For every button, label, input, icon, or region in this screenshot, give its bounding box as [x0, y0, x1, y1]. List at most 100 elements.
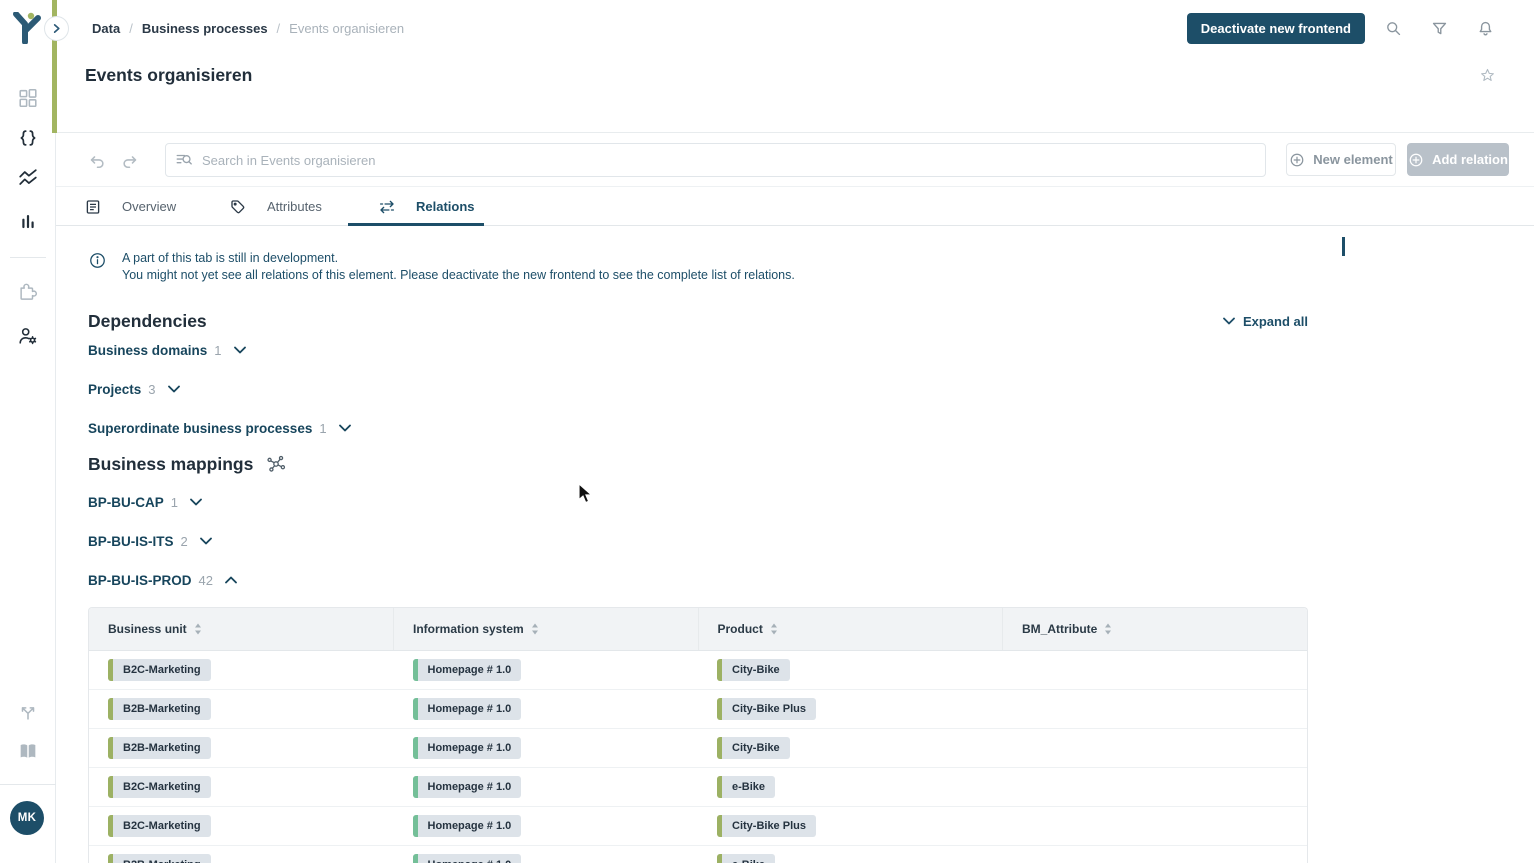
- development-notice: A part of this tab is still in developme…: [88, 250, 1308, 283]
- relations-content: A part of this tab is still in developme…: [88, 250, 1308, 863]
- relations-icon: [378, 198, 396, 216]
- relation-group-toggle[interactable]: Superordinate business processes 1: [88, 416, 1308, 440]
- undo-icon[interactable]: [89, 154, 106, 171]
- chevron-down-icon: [234, 346, 246, 354]
- product-chip[interactable]: City-Bike: [717, 737, 790, 759]
- app-logo-icon[interactable]: [12, 12, 42, 44]
- toolbar: New element Add relation: [56, 133, 1534, 187]
- business-unit-chip[interactable]: B2C-Marketing: [108, 776, 211, 798]
- filter-icon[interactable]: [1431, 20, 1448, 37]
- branch-icon[interactable]: [17, 701, 39, 723]
- relation-group-toggle[interactable]: Business domains 1: [88, 338, 1308, 362]
- plus-circle-icon: [1289, 152, 1305, 168]
- business-unit-chip[interactable]: B2B-Marketing: [108, 698, 211, 720]
- tab-attributes[interactable]: Attributes: [229, 187, 322, 226]
- table-row: B2B-Marketing Homepage # 1.0 City-Bike P…: [89, 690, 1307, 729]
- business-mappings-heading: Business mappings: [88, 454, 253, 475]
- title-area: Events organisieren: [56, 56, 1534, 133]
- breadcrumb-item[interactable]: Business processes/: [142, 21, 280, 36]
- table-row: B2B-Marketing Homepage # 1.0 City-Bike: [89, 729, 1307, 768]
- trend-lines-icon[interactable]: [17, 167, 39, 189]
- business-unit-chip[interactable]: B2C-Marketing: [108, 815, 211, 837]
- tag-icon: [229, 198, 247, 216]
- breadcrumb: Data/Business processes/Events organisie…: [92, 21, 1187, 36]
- notice-line-2: You might not yet see all relations of t…: [122, 267, 795, 284]
- puzzle-icon[interactable]: [17, 279, 39, 301]
- page-title: Events organisieren: [85, 65, 252, 86]
- relation-group-toggle[interactable]: Projects 3: [88, 377, 1308, 401]
- relation-group-toggle[interactable]: BP-BU-CAP 1: [88, 490, 1308, 514]
- add-relation-button[interactable]: Add relation: [1407, 143, 1509, 176]
- element-search: [165, 143, 1266, 177]
- document-icon: [84, 198, 102, 216]
- app-screen: MK Data/Business processes/Events organi…: [0, 0, 1534, 863]
- chevron-down-icon: [168, 385, 180, 393]
- relation-group-toggle[interactable]: BP-BU-IS-ITS 2: [88, 529, 1308, 553]
- new-element-button[interactable]: New element: [1286, 143, 1396, 176]
- column-header-information-system[interactable]: Information system: [394, 608, 699, 651]
- page-toc: [1342, 238, 1520, 251]
- business-unit-chip[interactable]: B2C-Marketing: [108, 659, 211, 681]
- breadcrumb-item[interactable]: Events organisieren: [289, 21, 404, 36]
- product-chip[interactable]: e-Bike: [717, 854, 775, 863]
- information-system-chip[interactable]: Homepage # 1.0: [413, 698, 522, 720]
- left-sidebar: MK: [0, 0, 56, 863]
- user-settings-icon[interactable]: [17, 325, 39, 347]
- information-system-chip[interactable]: Homepage # 1.0: [413, 737, 522, 759]
- table-header-row: Business unit Information system Product…: [89, 608, 1307, 651]
- business-mapping-groups: BP-BU-CAP 1 BP-BU-IS-ITS 2 BP-BU-IS-PROD…: [88, 490, 1308, 592]
- sort-icon: [194, 623, 202, 635]
- tab-relations[interactable]: Relations: [378, 187, 475, 226]
- handbook-icon[interactable]: [17, 740, 39, 762]
- information-system-chip[interactable]: Homepage # 1.0: [413, 815, 522, 837]
- info-icon: [88, 251, 107, 270]
- search-icon[interactable]: [1385, 20, 1402, 37]
- chevron-icon: [200, 537, 212, 545]
- plus-circle-icon: [1408, 152, 1424, 168]
- column-header-business-unit[interactable]: Business unit: [89, 608, 394, 651]
- active-tab-underline: [348, 223, 484, 226]
- tab-overview[interactable]: Overview: [84, 187, 176, 226]
- user-avatar[interactable]: MK: [10, 801, 44, 835]
- sort-icon: [531, 623, 539, 635]
- table-row: B2C-Marketing Homepage # 1.0 City-Bike: [89, 651, 1307, 690]
- business-unit-chip[interactable]: B2B-Marketing: [108, 854, 211, 863]
- chevron-icon: [190, 498, 202, 506]
- product-chip[interactable]: e-Bike: [717, 776, 775, 798]
- information-system-chip[interactable]: Homepage # 1.0: [413, 776, 522, 798]
- product-chip[interactable]: City-Bike: [717, 659, 790, 681]
- favorite-star-icon[interactable]: [1479, 67, 1496, 84]
- bm-relation-table: Business unit Information system Product…: [88, 607, 1308, 863]
- expand-all-button[interactable]: Expand all: [1223, 314, 1308, 329]
- column-header-product[interactable]: Product: [698, 608, 1003, 651]
- bar-chart-icon[interactable]: [17, 211, 39, 233]
- deactivate-frontend-button[interactable]: Deactivate new frontend: [1187, 13, 1365, 44]
- code-braces-icon[interactable]: [17, 127, 39, 149]
- product-chip[interactable]: City-Bike Plus: [717, 698, 816, 720]
- network-graph-icon[interactable]: [265, 453, 287, 475]
- relation-group-toggle[interactable]: BP-BU-IS-PROD 42: [88, 568, 1308, 592]
- column-header-bm-attribute[interactable]: BM_Attribute: [1003, 608, 1308, 651]
- sort-icon: [1104, 623, 1112, 635]
- breadcrumb-item[interactable]: Data/: [92, 21, 133, 36]
- chevron-icon: [225, 576, 237, 584]
- bell-icon[interactable]: [1477, 20, 1494, 37]
- search-input[interactable]: [165, 143, 1266, 177]
- notice-line-1: A part of this tab is still in developme…: [122, 250, 795, 267]
- chevron-down-icon: [1223, 317, 1235, 325]
- dashboard-icon[interactable]: [17, 87, 39, 109]
- business-unit-chip[interactable]: B2B-Marketing: [108, 737, 211, 759]
- chevron-down-icon: [339, 424, 351, 432]
- product-chip[interactable]: City-Bike Plus: [717, 815, 816, 837]
- sidebar-expand-button[interactable]: [44, 16, 69, 41]
- sidebar-divider: [10, 257, 46, 258]
- top-icons: [1385, 20, 1494, 37]
- information-system-chip[interactable]: Homepage # 1.0: [413, 854, 522, 863]
- information-system-chip[interactable]: Homepage # 1.0: [413, 659, 522, 681]
- sidebar-divider: [0, 784, 56, 785]
- table-row: B2C-Marketing Homepage # 1.0 e-Bike: [89, 768, 1307, 807]
- table-row: B2C-Marketing Homepage # 1.0 City-Bike P…: [89, 807, 1307, 846]
- dependency-groups: Business domains 1 Projects 3 Superordin…: [88, 338, 1308, 440]
- top-bar: Data/Business processes/Events organisie…: [56, 0, 1534, 56]
- redo-icon[interactable]: [121, 154, 138, 171]
